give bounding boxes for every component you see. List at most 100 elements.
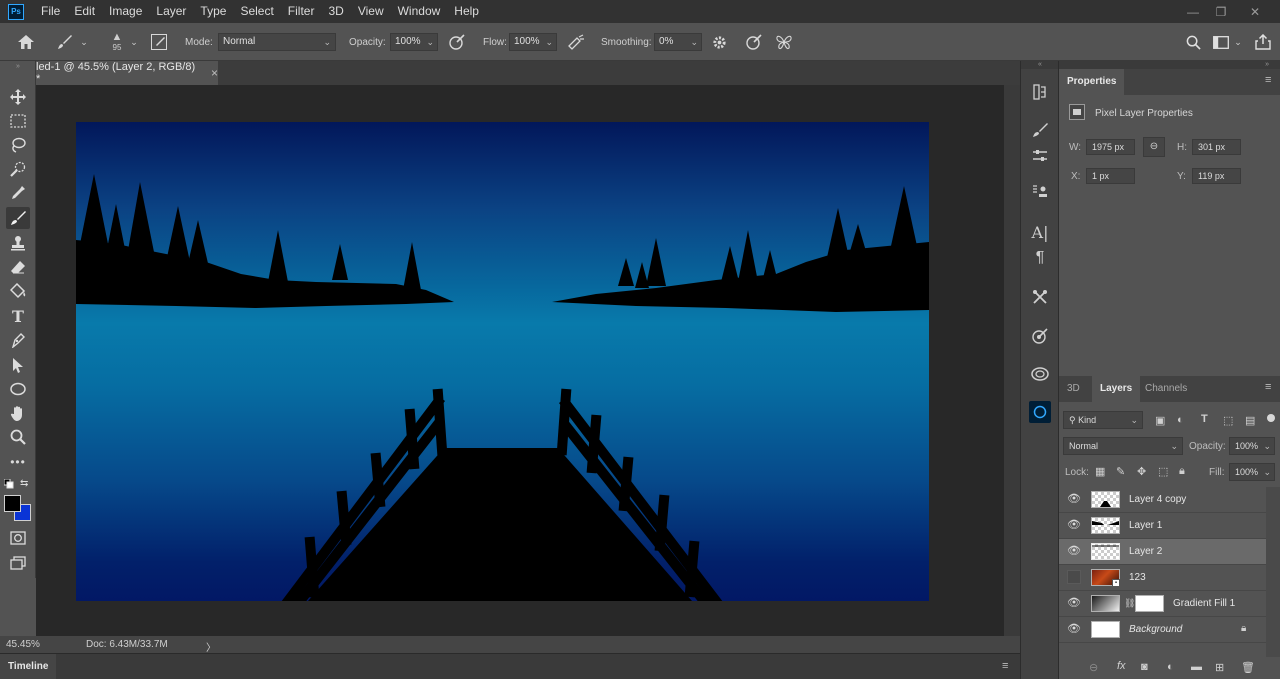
x-position-field[interactable]: 1 px <box>1086 168 1135 184</box>
menu-window[interactable]: Window <box>391 0 448 23</box>
panel-menu-icon[interactable]: ≡ <box>1265 74 1271 86</box>
toolbar-collapse-icon[interactable]: » <box>6 63 30 70</box>
menu-select[interactable]: Select <box>233 0 280 23</box>
tab-properties[interactable]: Properties <box>1059 69 1125 95</box>
brush-panel-icon[interactable] <box>1029 119 1051 141</box>
default-colors-icon[interactable] <box>3 478 14 489</box>
visibility-toggle-off[interactable] <box>1067 570 1081 584</box>
vertical-scrollbar[interactable] <box>1004 85 1020 636</box>
layer-opacity-field[interactable]: 100% ⌄ <box>1229 437 1275 455</box>
menu-image[interactable]: Image <box>102 0 149 23</box>
workspace-icon[interactable] <box>1210 23 1232 61</box>
layer-row-layer-4-copy[interactable]: 👁︎ Layer 4 copy <box>1059 487 1266 513</box>
ellipse-tool-icon[interactable] <box>6 378 30 400</box>
filter-pixel-icon[interactable]: ▣ <box>1155 414 1165 427</box>
more-tools-icon[interactable]: ••• <box>6 451 30 473</box>
document-tab-close-icon[interactable]: × <box>211 66 218 80</box>
layer-row-layer-2[interactable]: 👁︎ Layer 2 <box>1059 539 1266 565</box>
flow-field[interactable]: 100% ⌄ <box>509 33 557 51</box>
stamp-tool-icon[interactable] <box>6 232 30 254</box>
menu-help[interactable]: Help <box>447 0 486 23</box>
eye-icon[interactable]: 👁︎ <box>1067 544 1081 558</box>
menu-type[interactable]: Type <box>193 0 233 23</box>
eye-icon[interactable]: 👁︎ <box>1067 492 1081 506</box>
tool-presets-icon[interactable] <box>1029 286 1051 308</box>
smoothing-field[interactable]: 0% ⌄ <box>654 33 702 51</box>
paragraph-icon[interactable]: ¶ <box>1029 247 1051 269</box>
layer-mask-thumbnail[interactable] <box>1135 595 1164 612</box>
lock-all-icon[interactable]: 🔒︎ <box>1179 465 1185 478</box>
y-position-field[interactable]: 119 px <box>1192 168 1241 184</box>
brush-settings-icon[interactable] <box>148 23 170 61</box>
chevron-down-icon[interactable]: ⌄ <box>78 23 90 61</box>
lock-transparent-icon[interactable]: ▦ <box>1095 465 1105 478</box>
timeline-tab[interactable]: Timeline <box>0 654 57 679</box>
new-group-icon[interactable]: ▬ <box>1191 661 1202 673</box>
new-fill-adjustment-icon[interactable]: ◐ <box>1167 661 1174 673</box>
pressure-size-icon[interactable] <box>743 23 765 61</box>
foreground-color-swatch[interactable] <box>4 495 21 512</box>
panel-collapse-icon[interactable]: » <box>1059 61 1280 69</box>
canvas-artwork[interactable] <box>76 122 929 601</box>
learn-panel-icon[interactable] <box>1029 401 1051 423</box>
symmetry-butterfly-icon[interactable] <box>773 23 795 61</box>
lock-artboard-icon[interactable]: ⬚ <box>1158 465 1168 478</box>
lasso-tool-icon[interactable] <box>6 134 30 156</box>
lock-position-icon[interactable]: ✥ <box>1137 465 1146 478</box>
libraries-icon[interactable] <box>1029 363 1051 385</box>
eye-icon[interactable]: 👁︎ <box>1067 518 1081 532</box>
path-select-tool-icon[interactable] <box>6 354 30 376</box>
home-icon[interactable] <box>14 23 38 61</box>
pressure-opacity-icon[interactable] <box>446 23 468 61</box>
pen-tool-icon[interactable] <box>6 329 30 351</box>
search-icon[interactable] <box>1182 23 1204 61</box>
filter-smart-object-icon[interactable]: ▤ <box>1245 414 1255 427</box>
tab-3d[interactable]: 3D <box>1059 376 1088 402</box>
zoom-tool-icon[interactable] <box>6 426 30 448</box>
link-layers-icon[interactable]: ⊖ <box>1089 661 1098 674</box>
brush-preset-icon[interactable] <box>52 23 78 61</box>
hand-tool-icon[interactable] <box>6 402 30 424</box>
chevron-down-icon[interactable]: ⌄ <box>128 23 140 61</box>
filter-type-icon[interactable]: T <box>1201 413 1208 425</box>
menu-file[interactable]: File <box>34 0 67 23</box>
new-layer-icon[interactable]: ⊞ <box>1215 661 1224 674</box>
dock-collapse-icon[interactable]: « <box>1021 61 1059 69</box>
fill-field[interactable]: 100% ⌄ <box>1229 463 1275 481</box>
width-field[interactable]: 1975 px <box>1086 139 1135 155</box>
paint-bucket-tool-icon[interactable] <box>6 280 30 302</box>
history-icon[interactable] <box>1029 81 1051 103</box>
quick-select-tool-icon[interactable] <box>6 158 30 180</box>
layer-row-123[interactable]: ▪ 123 <box>1059 565 1266 591</box>
panel-menu-icon[interactable]: ≡ <box>1002 660 1008 672</box>
tab-channels[interactable]: Channels <box>1137 376 1195 402</box>
brush-tool-icon[interactable] <box>6 207 30 229</box>
brush-size[interactable]: ▲ 95 <box>108 23 126 61</box>
eyedropper-tool-icon[interactable] <box>6 182 30 204</box>
adjustments-sliders-icon[interactable] <box>1029 145 1051 167</box>
menu-edit[interactable]: Edit <box>67 0 102 23</box>
menu-view[interactable]: View <box>351 0 391 23</box>
filter-shape-icon[interactable]: ⬚ <box>1223 414 1233 427</box>
layers-scrollbar[interactable] <box>1266 487 1280 657</box>
filter-adjustment-icon[interactable]: ◐ <box>1177 414 1184 426</box>
layer-row-layer-1[interactable]: 👁︎ Layer 1 <box>1059 513 1266 539</box>
mode-select[interactable]: Normal ⌄ <box>218 33 336 51</box>
screen-mode-icon[interactable] <box>6 552 30 574</box>
link-icon[interactable]: ⊖ <box>1143 137 1165 157</box>
layer-filter-select[interactable]: ⚲ Kind ⌄ <box>1063 411 1143 429</box>
share-icon[interactable] <box>1252 23 1274 61</box>
character-icon[interactable]: A| <box>1029 221 1051 243</box>
tab-layers[interactable]: Layers <box>1092 376 1141 402</box>
restore-button[interactable]: ❐ <box>1206 0 1236 23</box>
document-tab[interactable]: led-1 @ 45.5% (Layer 2, RGB/8) * × <box>36 61 218 85</box>
type-tool-icon[interactable]: T <box>6 305 30 327</box>
eye-icon[interactable]: 👁︎ <box>1067 622 1081 636</box>
airbrush-icon[interactable] <box>565 23 587 61</box>
mask-link-icon[interactable]: ⛓︎ <box>1124 598 1135 609</box>
fx-icon[interactable]: fx <box>1117 660 1126 672</box>
eraser-tool-icon[interactable] <box>6 256 30 278</box>
layer-row-background[interactable]: 👁︎ Background 🔒︎ <box>1059 617 1266 643</box>
swap-colors-icon[interactable]: ⇆ <box>20 478 32 490</box>
navigator-icon[interactable] <box>1029 325 1051 347</box>
